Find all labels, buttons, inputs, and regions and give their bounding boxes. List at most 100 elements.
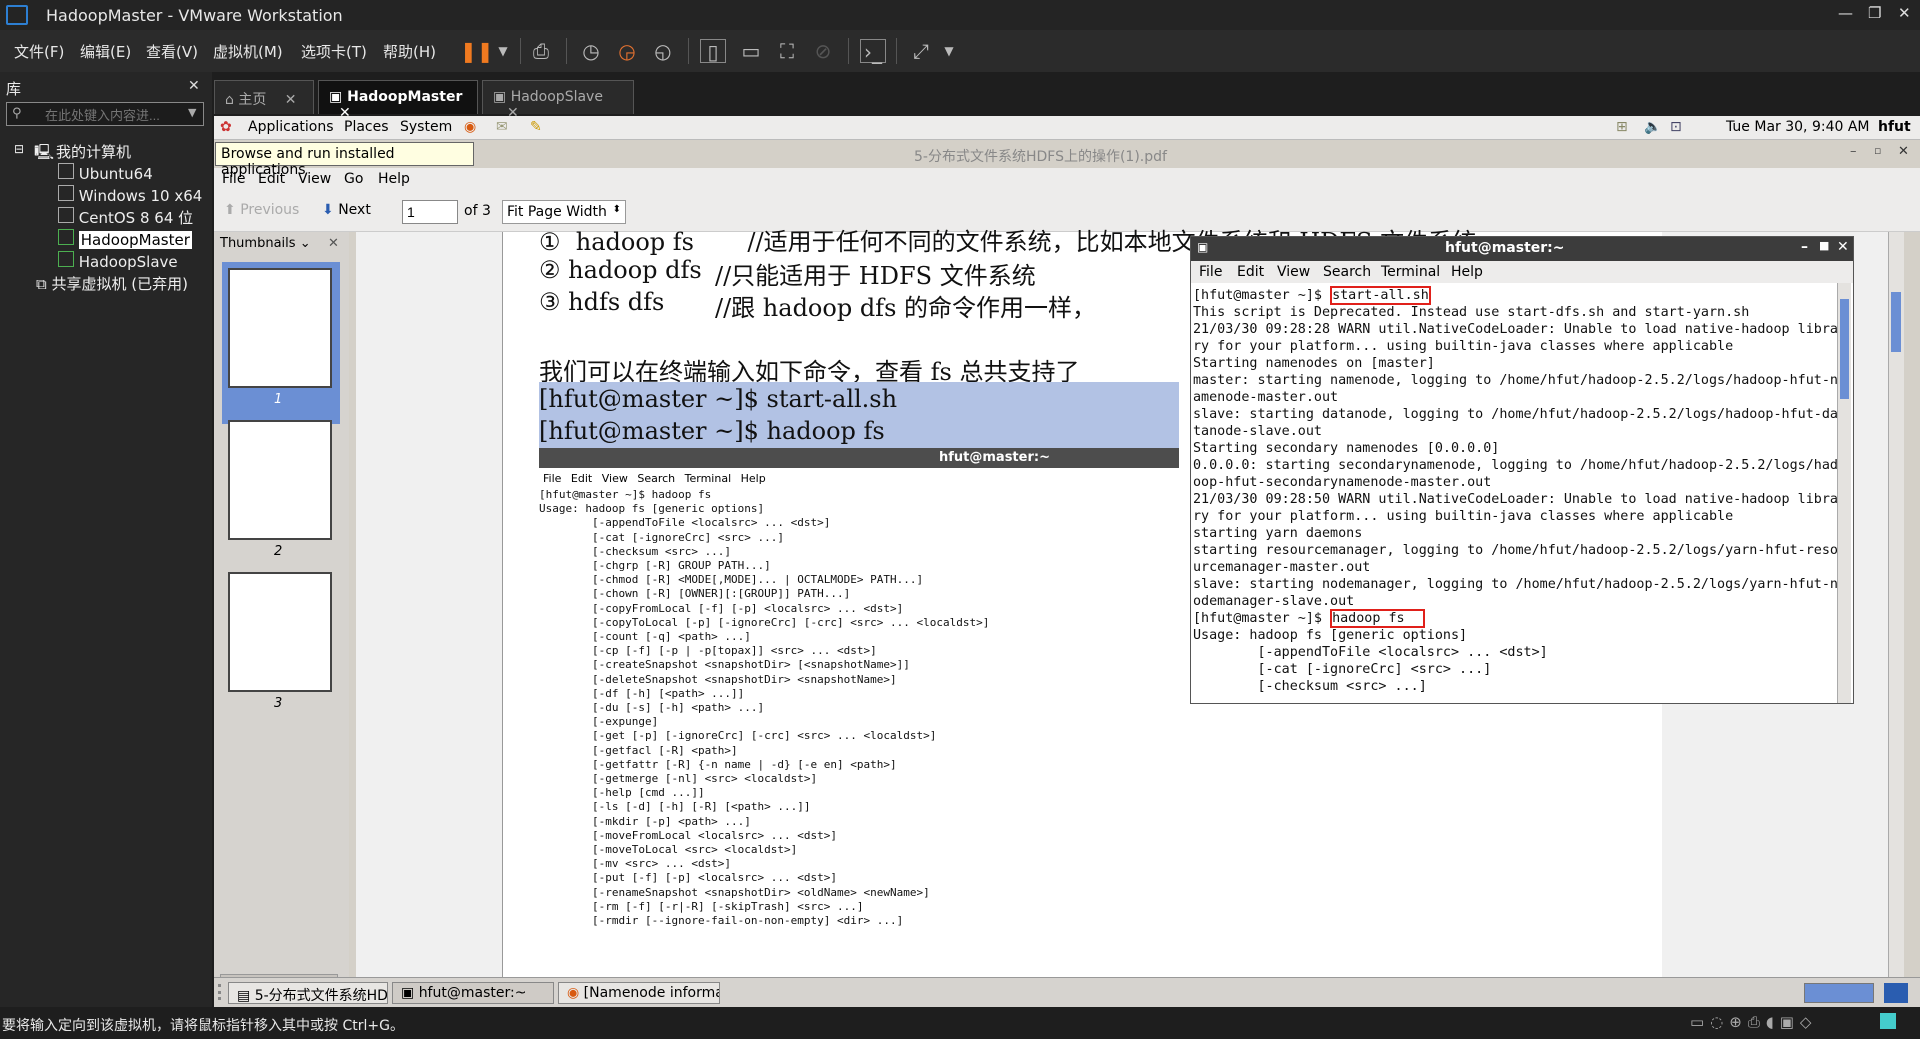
panel-places[interactable]: Places: [344, 119, 389, 135]
terminal-scrollbar[interactable]: [1837, 283, 1851, 703]
panel-system[interactable]: System: [400, 119, 452, 135]
thumbnail-bar-icon[interactable]: ▭: [738, 39, 764, 63]
next-button[interactable]: ⬇ Next: [322, 202, 371, 218]
zoom-select[interactable]: Fit Page Width ⬍: [502, 200, 626, 224]
snapshot-icon[interactable]: ◷: [578, 39, 604, 63]
tab-home[interactable]: ⌂ 主页 ✕: [214, 80, 314, 114]
page-number-input[interactable]: [402, 200, 458, 224]
thumbnail-page-1[interactable]: [228, 268, 332, 388]
console-view-icon[interactable]: ›_: [860, 39, 886, 64]
search-dropdown-icon[interactable]: ▼: [188, 106, 196, 119]
notes-icon[interactable]: ✎: [530, 119, 542, 135]
status-message: 要将输入定向到该虚拟机，请将鼠标指针移入其中或按 Ctrl+G。: [2, 1018, 404, 1034]
thumbnail-page-2[interactable]: [228, 420, 332, 540]
firefox-icon[interactable]: ◉: [464, 119, 476, 135]
vm-item-windows10[interactable]: Windows 10 x64: [58, 185, 202, 205]
term-menu-search[interactable]: Search: [1323, 264, 1371, 280]
term-menu-terminal[interactable]: Terminal: [1381, 264, 1440, 280]
snapshot-manager-icon[interactable]: ◵: [650, 39, 676, 63]
inner-term-menu: File Edit View Search Terminal Help: [543, 472, 766, 485]
update-icon[interactable]: ⊞: [1616, 119, 1628, 135]
send-ctrl-alt-del-icon[interactable]: ⎙: [528, 39, 554, 63]
library-search-input[interactable]: [6, 102, 204, 126]
pause-icon[interactable]: ❚❚: [460, 39, 494, 63]
pdf-terminal-screenshot: hfut@master:~ File Edit View Search Term…: [539, 448, 1179, 993]
pdf-line-2b: //跟 hadoop dfs 的命令作用一样，: [715, 294, 1097, 322]
evince-menu-help[interactable]: Help: [378, 171, 410, 187]
pdf-vscrollbar[interactable]: [1888, 232, 1904, 990]
trash-icon[interactable]: [1884, 983, 1908, 1003]
stretch-dropdown-icon[interactable]: ▼: [936, 39, 962, 63]
panel-applications[interactable]: Applications: [248, 119, 334, 135]
menu-view[interactable]: 查看(V): [146, 41, 198, 62]
tab-hadoopslave[interactable]: ▣ HadoopSlave ✕: [482, 80, 634, 121]
thumbnails-dropdown[interactable]: Thumbnails ⌄: [220, 236, 311, 251]
vmware-tray-icon[interactable]: [1880, 1013, 1896, 1029]
vm-item-hadoopmaster[interactable]: HadoopMaster: [58, 229, 192, 249]
terminal-window[interactable]: ▣ hfut@master:~ – ■ ✕ File Edit View Sea…: [1190, 236, 1854, 704]
workspace-switcher[interactable]: [1804, 983, 1874, 1003]
evince-menu-go[interactable]: Go: [344, 171, 363, 187]
fullscreen-icon[interactable]: ⛶: [774, 39, 800, 63]
scroll-thumb[interactable]: [1840, 299, 1849, 399]
show-library-icon[interactable]: ▯: [700, 39, 726, 64]
pdf-cmd-1: [hfut@master ~]$ start-all.sh: [539, 382, 1179, 416]
menu-edit[interactable]: 编辑(E): [80, 41, 131, 62]
menu-file[interactable]: 文件(F): [14, 41, 64, 62]
shared-vms-item[interactable]: ⧉ 共享虚拟机 (已弃用): [36, 273, 188, 294]
vm-screen[interactable]: ✿ Applications Places System ◉ ✉ ✎ ⊞ 🔈 ⊡…: [214, 116, 1920, 1007]
tab-hadoopmaster[interactable]: ▣ HadoopMaster ✕: [318, 80, 478, 121]
sidebar-close-icon[interactable]: ✕: [328, 236, 339, 251]
evince-maximize-icon[interactable]: ▫: [1874, 144, 1881, 157]
stretch-icon[interactable]: ⤢: [908, 39, 934, 63]
thumb-label: 2: [274, 544, 283, 559]
device-icons[interactable]: ▭◌⊕⎙◖▣◇: [1690, 1013, 1817, 1031]
spin-icon: ⬍: [612, 204, 621, 215]
menu-help[interactable]: 帮助(H): [383, 41, 436, 62]
highlight-cmd-start-all: start-all.sh: [1330, 286, 1431, 305]
pause-dropdown-icon[interactable]: ▼: [490, 39, 516, 63]
thumbnail-page-3[interactable]: [228, 572, 332, 692]
terminal-close-icon[interactable]: ✕: [1837, 239, 1849, 255]
minimize-icon[interactable]: —: [1838, 4, 1853, 22]
vm-item-centos8[interactable]: CentOS 8 64 位: [58, 207, 193, 228]
term-menu-edit[interactable]: Edit: [1237, 264, 1264, 280]
terminal-maximize-icon[interactable]: ■: [1819, 239, 1829, 252]
volume-icon[interactable]: 🔈: [1644, 119, 1661, 135]
window-title: HadoopMaster - VMware Workstation: [46, 6, 343, 25]
tree-root-my-computer[interactable]: 我的计算机: [56, 141, 131, 162]
revert-snapshot-icon[interactable]: ◶: [614, 39, 640, 63]
vm-item-ubuntu64[interactable]: Ubuntu64: [58, 163, 153, 183]
menu-tabs[interactable]: 选项卡(T): [301, 41, 367, 62]
mail-icon[interactable]: ✉: [496, 119, 508, 135]
term-menu-file[interactable]: File: [1199, 264, 1222, 280]
panel-user[interactable]: hfut: [1878, 119, 1911, 135]
evince-title: 5-分布式文件系统HDFS上的操作(1).pdf: [914, 149, 1167, 165]
tree-collapse-icon[interactable]: ⊟: [14, 142, 24, 156]
menu-vm[interactable]: 虚拟机(M): [213, 41, 283, 62]
close-icon[interactable]: ✕: [1898, 4, 1911, 22]
inner-term-titlebar: hfut@master:~: [539, 448, 1179, 468]
library-pane: 库 ✕ ⚲ ▼ ⊟ 🖳 我的计算机 Ubuntu64 Windows 10 x6…: [0, 72, 212, 1007]
tab-close-icon[interactable]: ✕: [285, 92, 297, 108]
firefox-icon: ◉: [567, 985, 580, 1001]
vm-running-icon: [58, 251, 74, 267]
scroll-thumb[interactable]: [1891, 292, 1901, 352]
taskbar-firefox[interactable]: ◉ [Namenode informatio...: [558, 982, 720, 1004]
evince-minimize-icon[interactable]: –: [1850, 144, 1857, 159]
taskbar-evince[interactable]: ▤ 5-分布式文件系统HDFS...: [228, 982, 388, 1004]
unity-icon[interactable]: ⊘: [810, 39, 836, 63]
library-close-icon[interactable]: ✕: [188, 78, 200, 94]
restore-icon[interactable]: ❐: [1868, 4, 1881, 22]
evince-close-icon[interactable]: ✕: [1898, 144, 1909, 159]
terminal-minimize-icon[interactable]: –: [1801, 239, 1808, 255]
network-icon[interactable]: ⊡: [1670, 119, 1682, 135]
chevron-down-icon: ⌄: [299, 236, 311, 251]
previous-button[interactable]: ⬆ Previous: [224, 202, 299, 218]
term-menu-help[interactable]: Help: [1451, 264, 1483, 280]
panel-clock[interactable]: Tue Mar 30, 9:40 AM: [1726, 119, 1870, 135]
taskbar-terminal[interactable]: ▣ hfut@master:~: [392, 982, 554, 1004]
vm-item-hadoopslave[interactable]: HadoopSlave: [58, 251, 178, 271]
term-menu-view[interactable]: View: [1277, 264, 1310, 280]
vmware-menubar: 文件(F) 编辑(E) 查看(V) 虚拟机(M) 选项卡(T) 帮助(H) ❚❚…: [0, 30, 1920, 72]
